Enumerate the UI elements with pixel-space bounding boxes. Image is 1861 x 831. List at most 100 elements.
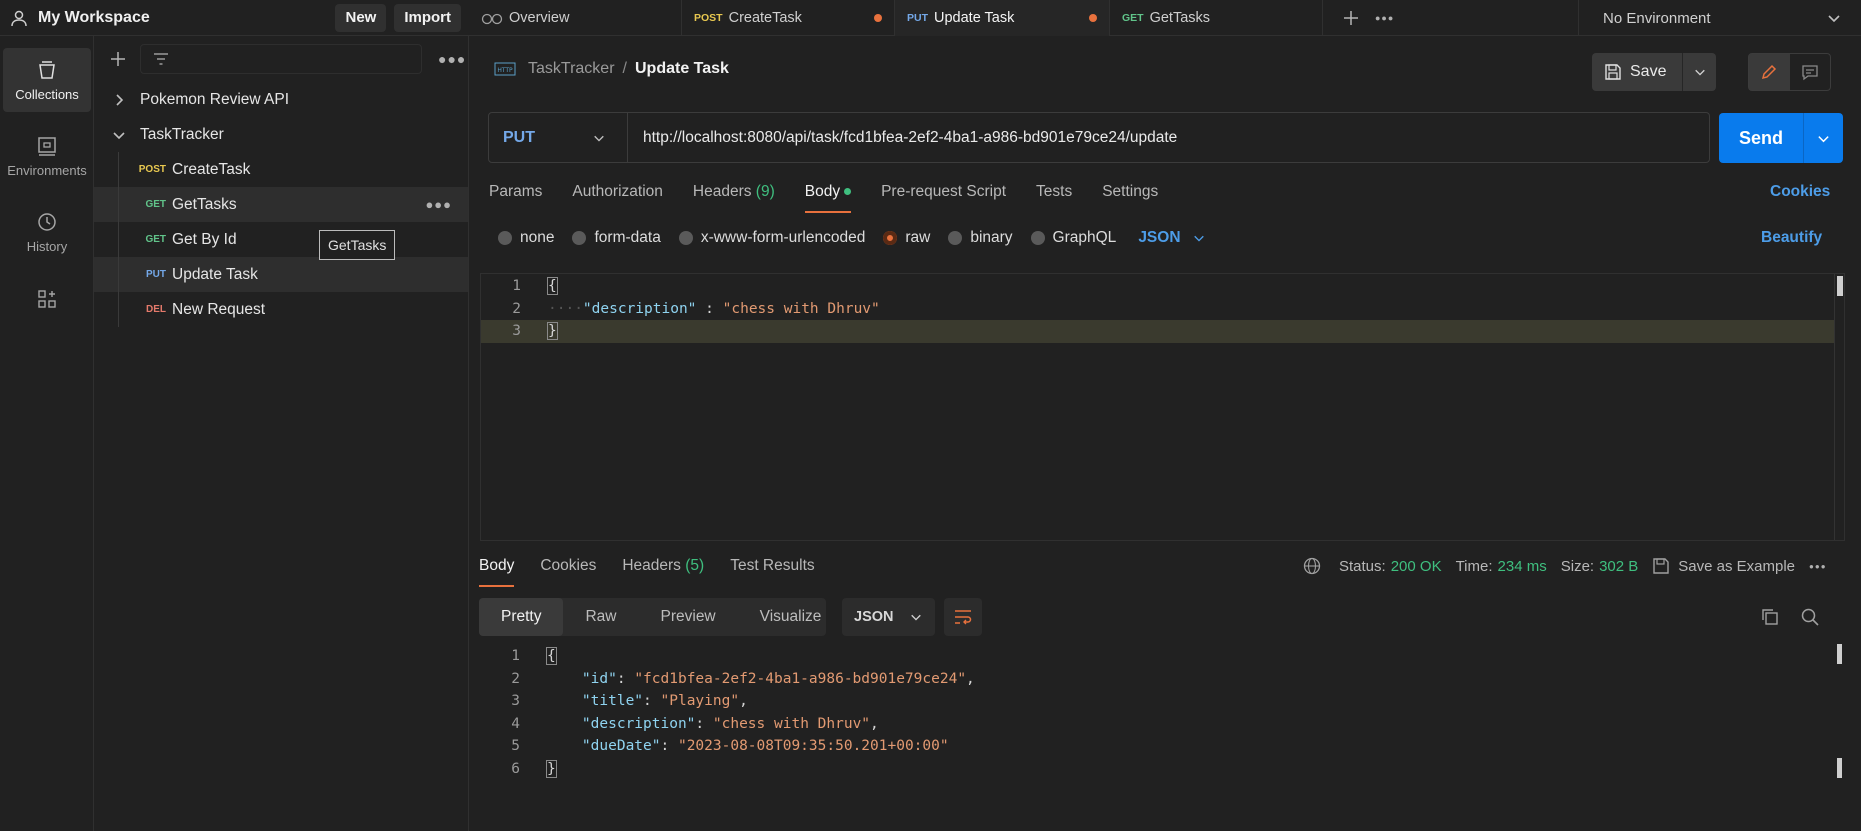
url-input[interactable]: http://localhost:8080/api/task/fcd1bfea-… — [628, 129, 1177, 147]
tab-prerequest-script[interactable]: Pre-request Script — [881, 183, 1006, 213]
filter-icon — [154, 53, 168, 65]
rail-history[interactable]: History — [3, 200, 91, 264]
more-icon[interactable]: ●●● — [425, 197, 452, 212]
radio-raw[interactable]: raw — [883, 229, 930, 247]
response-scrollbar[interactable] — [1835, 642, 1845, 782]
search-icon[interactable] — [1800, 607, 1820, 627]
tree-guide-line — [118, 222, 119, 257]
view-raw[interactable]: Raw — [563, 598, 638, 636]
collection-pokemon-review-api[interactable]: Pokemon Review API — [94, 82, 468, 117]
comments-mode-button[interactable] — [1790, 54, 1831, 90]
overview-icon — [481, 13, 503, 25]
rail-add-workbench[interactable] — [3, 282, 91, 322]
radio-form-data[interactable]: form-data — [572, 229, 661, 247]
radio-none[interactable]: none — [498, 229, 554, 247]
save-button[interactable]: Save — [1592, 53, 1683, 91]
collection-tasktracker[interactable]: TaskTracker — [94, 117, 468, 152]
tab-response-headers[interactable]: Headers (5) — [622, 557, 704, 587]
more-icon[interactable]: ●●● — [438, 51, 466, 67]
save-dropdown-button[interactable] — [1683, 66, 1716, 78]
tab-test-results[interactable]: Test Results — [730, 557, 814, 587]
radio-graphql[interactable]: GraphQL — [1030, 229, 1116, 247]
request-item-new-request[interactable]: DEL New Request — [94, 292, 468, 327]
tab-response-body[interactable]: Body — [479, 557, 515, 587]
body-format-select[interactable]: JSON — [1138, 229, 1204, 247]
save-as-example-button[interactable]: Save as Example — [1652, 557, 1795, 575]
tab-tests[interactable]: Tests — [1036, 183, 1072, 213]
url-bar: PUT http://localhost:8080/api/task/fcd1b… — [488, 112, 1710, 163]
request-item-createtask[interactable]: POST CreateTask — [94, 152, 468, 187]
response-body-viewer[interactable]: 1 { 2 "id": "fcd1bfea-2ef2-4ba1-a986-bd9… — [480, 642, 1845, 792]
cookies-link[interactable]: Cookies — [1770, 183, 1830, 201]
new-tab-button[interactable] — [1323, 0, 1371, 36]
time-label: Time: — [1455, 557, 1493, 575]
scrollbar-thumb[interactable] — [1837, 276, 1843, 296]
json-key: "title" — [581, 693, 644, 710]
workspace-title[interactable]: My Workspace — [38, 9, 335, 27]
view-preview[interactable]: Preview — [639, 598, 738, 636]
environments-icon — [38, 136, 56, 156]
tree-guide-line — [118, 257, 119, 292]
scrollbar-thumb[interactable] — [1837, 644, 1842, 664]
tab-settings[interactable]: Settings — [1102, 183, 1158, 213]
headers-count: (9) — [755, 183, 775, 200]
send-button[interactable]: Send — [1719, 113, 1804, 163]
tabs-more-button[interactable]: ●●● — [1371, 0, 1406, 36]
tab-createtask[interactable]: POST CreateTask — [682, 0, 895, 36]
request-item-gettasks[interactable]: GET GetTasks ●●● — [94, 187, 468, 222]
code-line: 3 "title": "Playing", — [480, 690, 1845, 713]
chevron-down-icon — [910, 614, 921, 621]
radio-urlencoded[interactable]: x-www-form-urlencoded — [678, 229, 865, 247]
sidebar-filter-input[interactable] — [140, 44, 422, 74]
radio-circle — [678, 231, 693, 245]
chevron-right-icon[interactable] — [112, 93, 126, 107]
tab-headers[interactable]: Headers (9) — [693, 183, 775, 213]
send-dropdown-button[interactable] — [1804, 132, 1843, 145]
editor-scrollbar[interactable] — [1834, 274, 1844, 540]
code-line: 2 "id": "fcd1bfea-2ef2-4ba1-a986-bd901e7… — [480, 668, 1845, 691]
breadcrumb-parent[interactable]: TaskTracker — [528, 60, 615, 78]
tab-authorization[interactable]: Authorization — [572, 183, 662, 213]
edit-mode-button[interactable] — [1749, 54, 1790, 90]
word-wrap-button[interactable] — [944, 598, 982, 636]
rail-collections[interactable]: Collections — [3, 48, 91, 112]
tab-params[interactable]: Params — [489, 183, 542, 213]
history-icon — [38, 212, 56, 231]
tab-overview[interactable]: Overview — [469, 0, 682, 36]
scrollbar-thumb-bottom[interactable] — [1837, 758, 1842, 778]
copy-icon[interactable] — [1760, 607, 1780, 627]
view-visualize[interactable]: Visualize — [738, 598, 844, 636]
response-format-select[interactable]: JSON — [842, 598, 935, 636]
request-body-editor[interactable]: 1 { 2 ····"description" : "chess with Dh… — [480, 273, 1845, 541]
method-select[interactable]: PUT — [489, 113, 628, 162]
tab-response-cookies[interactable]: Cookies — [540, 557, 596, 587]
plus-icon[interactable] — [110, 51, 126, 67]
more-icon: ●●● — [1375, 13, 1395, 23]
request-item-update-task[interactable]: PUT Update Task — [94, 257, 468, 292]
more-icon[interactable]: ●●● — [1809, 562, 1827, 571]
collection-label: Pokemon Review API — [140, 90, 290, 108]
line-number: 3 — [511, 693, 520, 710]
chevron-down-icon[interactable] — [112, 128, 126, 142]
tab-update-task[interactable]: PUT Update Task — [895, 0, 1110, 36]
rail-environments[interactable]: Environments — [3, 124, 91, 188]
chevron-down-icon — [1193, 235, 1204, 242]
new-button[interactable]: New — [335, 3, 387, 32]
request-item-get-by-id[interactable]: GET Get By Id — [94, 222, 468, 257]
import-button[interactable]: Import — [394, 3, 461, 32]
tab-label: GetTasks — [1149, 10, 1211, 26]
radio-binary[interactable]: binary — [948, 229, 1013, 247]
radio-circle — [572, 231, 587, 245]
view-pretty[interactable]: Pretty — [479, 598, 564, 636]
environment-selector[interactable]: No Environment — [1578, 0, 1861, 36]
request-title[interactable]: Update Task — [635, 60, 729, 78]
code-line: 2 ····"description" : "chess with Dhruv" — [481, 298, 1844, 321]
user-icon — [11, 10, 27, 26]
globe-icon[interactable] — [1303, 557, 1321, 575]
code-line-active: 3 } — [481, 320, 1834, 343]
beautify-link[interactable]: Beautify — [1761, 229, 1822, 247]
request-label: Update Task — [172, 265, 258, 283]
tab-body[interactable]: Body — [804, 183, 852, 213]
tab-gettasks[interactable]: GET GetTasks — [1110, 0, 1323, 36]
code-line: 1 { — [480, 645, 1845, 668]
